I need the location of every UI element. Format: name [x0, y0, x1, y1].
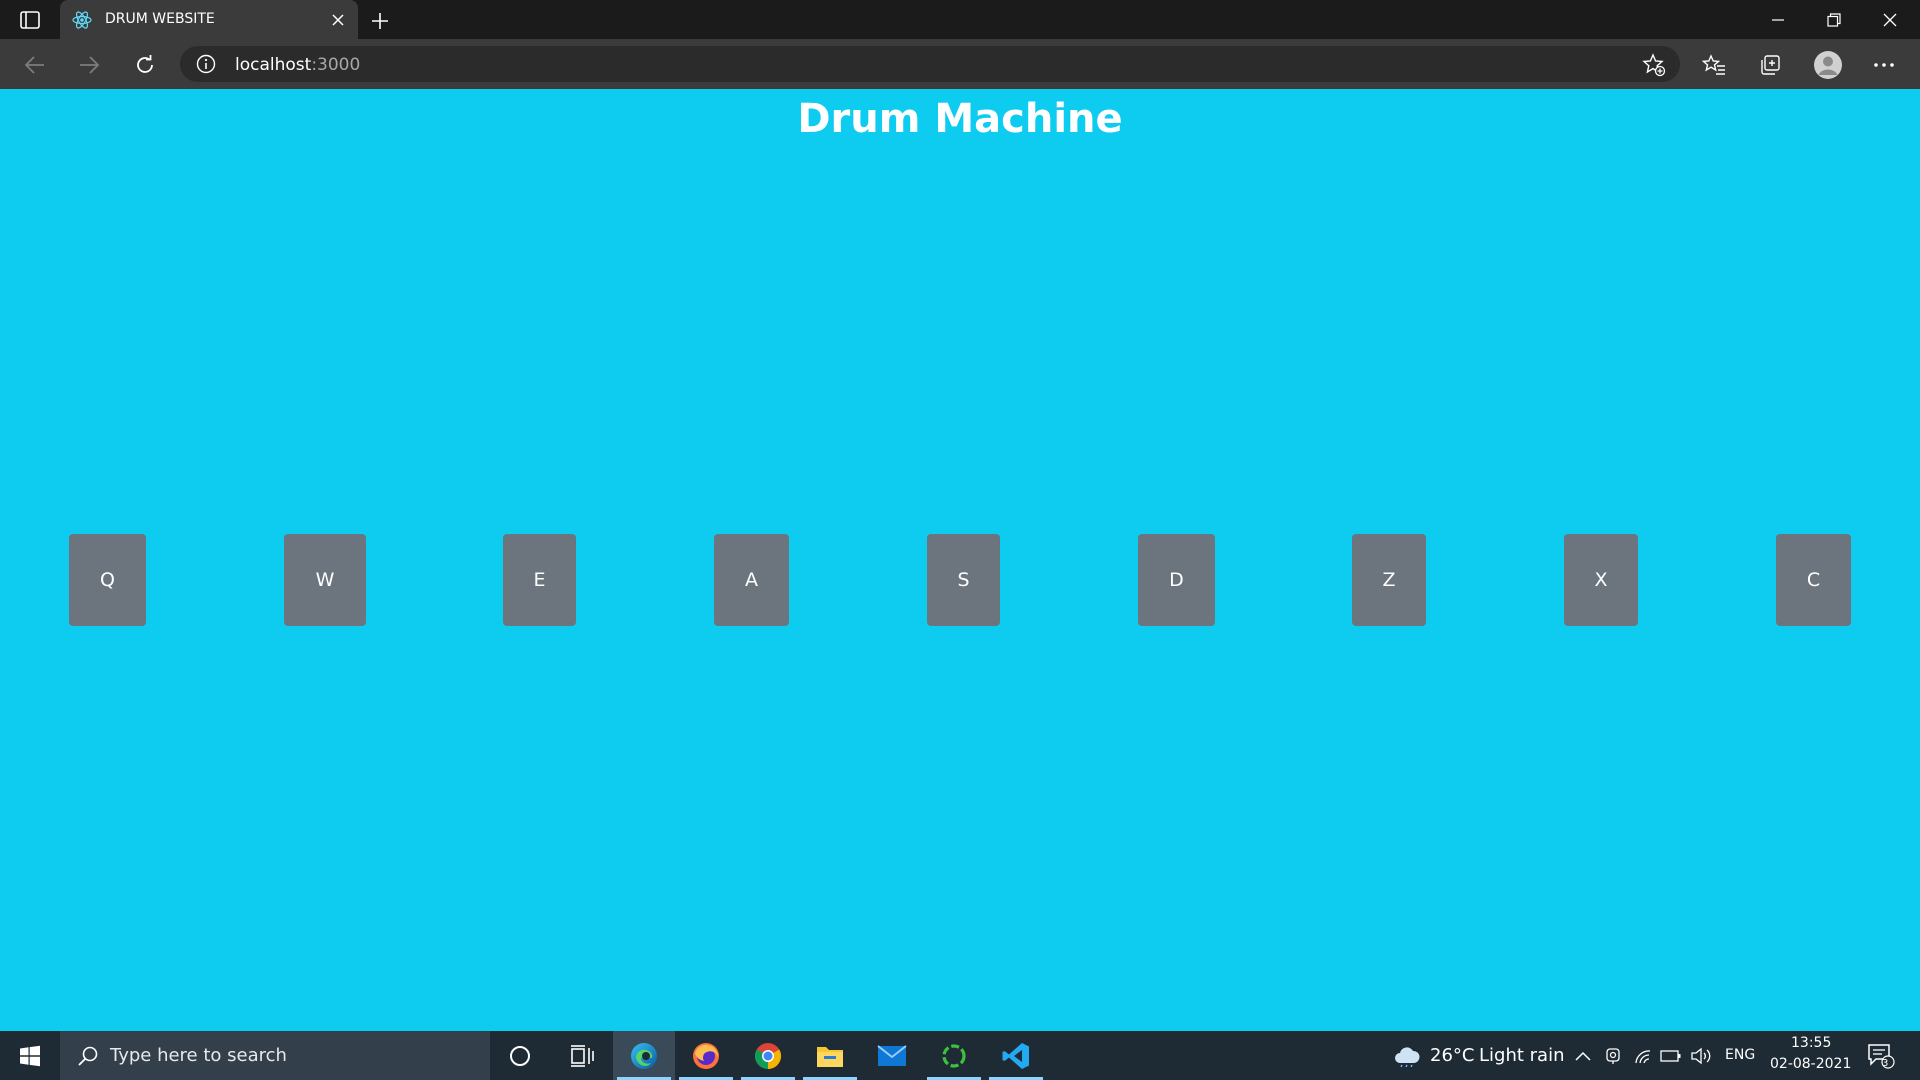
- volume-icon[interactable]: [1689, 1044, 1713, 1068]
- task-view-icon[interactable]: [551, 1031, 613, 1080]
- firefox-icon[interactable]: [675, 1031, 737, 1080]
- back-icon[interactable]: [20, 50, 50, 80]
- address-bar[interactable]: localhost:3000: [180, 46, 1680, 82]
- search-icon: [76, 1044, 100, 1068]
- vscode-icon[interactable]: [985, 1031, 1047, 1080]
- weather-description[interactable]: Light rain: [1479, 1045, 1564, 1066]
- loading-app-icon[interactable]: [923, 1031, 985, 1080]
- weather-cloud-icon[interactable]: [1392, 1044, 1422, 1068]
- clock-time[interactable]: 13:55: [1791, 1035, 1831, 1051]
- browser-title-bar: DRUM WEBSITE: [0, 0, 1920, 39]
- favorites-icon[interactable]: [1698, 49, 1730, 81]
- url-text[interactable]: localhost:3000: [235, 55, 360, 75]
- notifications-icon[interactable]: [1866, 1044, 1896, 1069]
- info-icon[interactable]: [196, 54, 216, 74]
- windows-start-icon[interactable]: [0, 1031, 60, 1080]
- drum-pad-s[interactable]: S: [927, 534, 1000, 626]
- browser-toolbar: localhost:3000: [0, 39, 1920, 89]
- clock-date[interactable]: 02-08-2021: [1770, 1056, 1851, 1072]
- profile-avatar-icon[interactable]: [1812, 49, 1844, 81]
- drum-pad-a[interactable]: A: [714, 534, 789, 626]
- drum-pad-d[interactable]: D: [1138, 534, 1215, 626]
- refresh-icon[interactable]: [130, 50, 160, 80]
- taskbar-search-box[interactable]: Type here to search: [60, 1031, 490, 1080]
- add-favorite-icon[interactable]: [1642, 53, 1666, 77]
- windows-taskbar: Type here to search 26°C Light rain ENG …: [0, 1031, 1920, 1080]
- drum-machine-page: Drum Machine Q W E A S D Z X C: [0, 89, 1920, 1031]
- drum-pad-w[interactable]: W: [284, 534, 366, 626]
- wifi-icon[interactable]: [1631, 1044, 1655, 1068]
- collections-icon[interactable]: [1754, 49, 1786, 81]
- chevron-up-icon[interactable]: [1571, 1044, 1595, 1068]
- drum-pad-x[interactable]: X: [1564, 534, 1638, 626]
- close-window-icon[interactable]: [1862, 0, 1918, 39]
- drum-pad-z[interactable]: Z: [1352, 534, 1426, 626]
- notification-count: 3: [1882, 1058, 1889, 1069]
- file-explorer-icon[interactable]: [799, 1031, 861, 1080]
- more-options-icon[interactable]: [1868, 49, 1900, 81]
- cortana-icon[interactable]: [489, 1031, 551, 1080]
- search-placeholder: Type here to search: [110, 1045, 287, 1066]
- edge-browser-icon[interactable]: [613, 1031, 675, 1080]
- new-tab-icon[interactable]: [366, 7, 394, 35]
- battery-icon[interactable]: [1659, 1044, 1683, 1068]
- drum-pad-c[interactable]: C: [1776, 534, 1851, 626]
- mail-icon[interactable]: [861, 1031, 923, 1080]
- tab-close-icon[interactable]: [326, 8, 350, 32]
- minimize-icon[interactable]: [1750, 0, 1806, 39]
- react-logo-icon: [72, 10, 92, 30]
- browser-tab[interactable]: DRUM WEBSITE: [60, 0, 358, 39]
- forward-icon[interactable]: [74, 50, 104, 80]
- drum-pad-q[interactable]: Q: [69, 534, 146, 626]
- restore-icon[interactable]: [1806, 0, 1862, 39]
- weather-temperature[interactable]: 26°C: [1430, 1045, 1474, 1066]
- tab-actions-icon[interactable]: [14, 9, 46, 31]
- page-title: Drum Machine: [797, 96, 1123, 142]
- drum-pad-e[interactable]: E: [503, 534, 576, 626]
- tab-title: DRUM WEBSITE: [105, 11, 215, 27]
- drum-pads: Q W E A S D Z X C: [0, 534, 1920, 626]
- chrome-icon[interactable]: [737, 1031, 799, 1080]
- meet-now-icon[interactable]: [1601, 1044, 1625, 1068]
- input-language[interactable]: ENG: [1725, 1047, 1755, 1063]
